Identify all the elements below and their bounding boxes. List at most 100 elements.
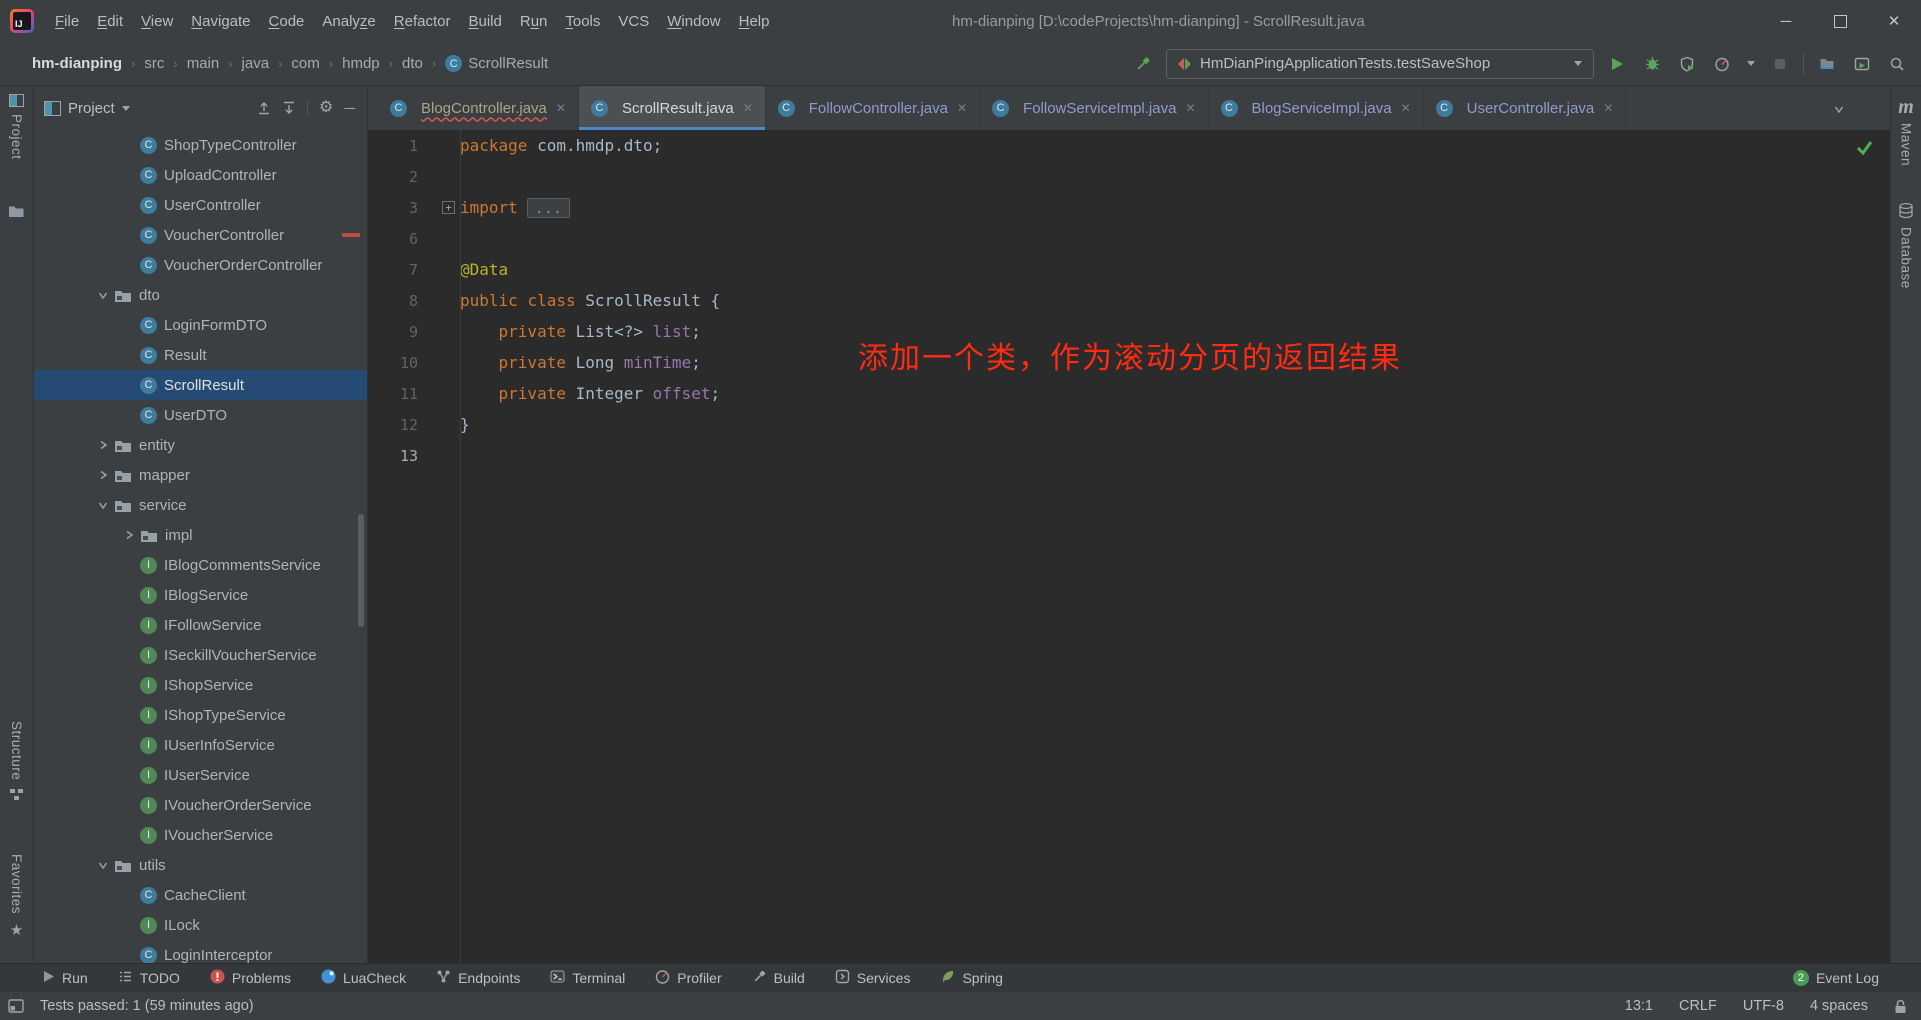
hidden-tabs-chevron-icon[interactable] xyxy=(1834,101,1844,118)
tool-stripe-project[interactable]: Project xyxy=(0,94,33,160)
build-hammer-icon[interactable] xyxy=(1131,52,1155,76)
tree-item-mapper[interactable]: mapper xyxy=(34,460,367,490)
search-everywhere-icon[interactable] xyxy=(1885,52,1909,76)
toolwindow-button-terminal[interactable]: Terminal xyxy=(550,969,625,987)
tree-chevron-right[interactable] xyxy=(92,470,114,480)
status-message[interactable]: Tests passed: 1 (59 minutes ago) xyxy=(40,998,254,1014)
editor-tab[interactable]: CBlogController.java✕ xyxy=(378,86,579,130)
menu-item-edit[interactable]: Edit xyxy=(88,9,132,34)
tool-stripe-favorites[interactable]: Favorites ★ xyxy=(0,854,33,939)
debug-button[interactable] xyxy=(1640,52,1664,76)
toolwindow-button-spring[interactable]: Spring xyxy=(940,969,1002,987)
tab-close-icon[interactable]: ✕ xyxy=(1401,101,1411,115)
project-view-chevron-icon[interactable] xyxy=(122,106,130,111)
tool-window-toggle-icon[interactable] xyxy=(8,999,24,1013)
tree-item-logininterceptor[interactable]: CLoginInterceptor xyxy=(34,940,367,963)
profiler-button[interactable] xyxy=(1710,52,1734,76)
inspection-ok-check-icon[interactable] xyxy=(1855,139,1874,160)
folded-imports-placeholder[interactable]: ... xyxy=(527,198,570,218)
menu-item-vcs[interactable]: VCS xyxy=(609,9,658,34)
breadcrumb-item[interactable]: com xyxy=(291,55,319,72)
menu-item-run[interactable]: Run xyxy=(511,9,557,34)
editor-tab[interactable]: CFollowController.java✕ xyxy=(766,86,980,130)
tree-item-impl[interactable]: impl xyxy=(34,520,367,550)
tree-item-iuserinfoservice[interactable]: IIUserInfoService xyxy=(34,730,367,760)
close-button[interactable]: ✕ xyxy=(1867,0,1921,42)
tab-close-icon[interactable]: ✕ xyxy=(1185,101,1195,115)
tree-chevron-right[interactable] xyxy=(118,530,140,540)
lock-icon[interactable] xyxy=(1894,999,1907,1014)
menu-item-help[interactable]: Help xyxy=(730,9,779,34)
tree-item-vouchercontroller[interactable]: CVoucherController xyxy=(34,220,367,250)
run-with-coverage-button[interactable] xyxy=(1675,52,1699,76)
tree-item-ivoucherservice[interactable]: IIVoucherService xyxy=(34,820,367,850)
tree-chevron-down[interactable] xyxy=(92,501,114,510)
gear-icon[interactable]: ⚙ xyxy=(319,100,333,116)
tree-item-uploadcontroller[interactable]: CUploadController xyxy=(34,160,367,190)
toolwindow-button-luacheck[interactable]: LuaCheck xyxy=(321,969,406,987)
tree-item-iseckillvoucherservice[interactable]: IISeckillVoucherService xyxy=(34,640,367,670)
tree-chevron-down[interactable] xyxy=(92,291,114,300)
breadcrumb-item[interactable]: main xyxy=(187,55,220,72)
tree-item-iuserservice[interactable]: IIUserService xyxy=(34,760,367,790)
line-separator-widget[interactable]: CRLF xyxy=(1679,998,1717,1014)
toolwindow-button-problems[interactable]: Problems xyxy=(210,969,291,987)
tree-item-voucherordercontroller[interactable]: CVoucherOrderController xyxy=(34,250,367,280)
menu-item-code[interactable]: Code xyxy=(260,9,314,34)
breadcrumb-item[interactable]: hm-dianping xyxy=(32,55,122,72)
tool-stripe-database[interactable]: Database xyxy=(1891,202,1921,289)
project-panel-title[interactable]: Project xyxy=(68,100,115,117)
tree-item-ishopservice[interactable]: IIShopService xyxy=(34,670,367,700)
tree-item-iblogcommentsservice[interactable]: IIBlogCommentsService xyxy=(34,550,367,580)
maximize-button[interactable] xyxy=(1813,0,1867,42)
tool-stripe-folder-button[interactable] xyxy=(0,204,33,218)
minimize-button[interactable]: ─ xyxy=(1759,0,1813,42)
expand-all-icon[interactable] xyxy=(257,101,271,115)
tab-close-icon[interactable]: ✕ xyxy=(556,101,566,115)
collapse-all-icon[interactable] xyxy=(282,101,296,115)
tree-item-scrollresult[interactable]: CScrollResult xyxy=(34,370,367,400)
tree-item-userdto[interactable]: CUserDTO xyxy=(34,400,367,430)
editor-tab[interactable]: CFollowServiceImpl.java✕ xyxy=(980,86,1208,130)
menu-item-analyze[interactable]: Analyze xyxy=(313,9,384,34)
tool-stripe-structure[interactable]: Structure xyxy=(0,721,33,802)
tree-item-shoptypecontroller[interactable]: CShopTypeController xyxy=(34,130,367,160)
breadcrumb-item[interactable]: java xyxy=(242,55,270,72)
menu-item-window[interactable]: Window xyxy=(658,9,729,34)
editor-tab[interactable]: CBlogServiceImpl.java✕ xyxy=(1209,86,1424,130)
toolwindow-button-todo[interactable]: TODO xyxy=(118,969,180,987)
menu-item-view[interactable]: View xyxy=(132,9,182,34)
tab-close-icon[interactable]: ✕ xyxy=(957,101,967,115)
menu-item-file[interactable]: File xyxy=(46,9,88,34)
toolwindow-button-endpoints[interactable]: Endpoints xyxy=(436,969,520,987)
tree-item-cacheclient[interactable]: CCacheClient xyxy=(34,880,367,910)
run-options-chevron-icon[interactable] xyxy=(1745,52,1757,76)
toolwindow-button-build[interactable]: Build xyxy=(752,969,805,987)
tree-item-ifollowservice[interactable]: IIFollowService xyxy=(34,610,367,640)
tree-item-loginformdto[interactable]: CLoginFormDTO xyxy=(34,310,367,340)
breadcrumb-leaf[interactable]: CScrollResult xyxy=(445,55,548,72)
tree-item-utils[interactable]: utils xyxy=(34,850,367,880)
run-dashboard-icon[interactable] xyxy=(1850,52,1874,76)
editor-tab[interactable]: CScrollResult.java✕ xyxy=(579,86,766,130)
tab-close-icon[interactable]: ✕ xyxy=(1603,101,1613,115)
menu-item-refactor[interactable]: Refactor xyxy=(385,9,460,34)
run-configuration-select[interactable]: HmDianPingApplicationTests.testSaveShop xyxy=(1166,49,1594,79)
toolwindow-button-profiler[interactable]: Profiler xyxy=(655,969,721,987)
tree-item-ivoucherorderservice[interactable]: IIVoucherOrderService xyxy=(34,790,367,820)
tree-item-usercontroller[interactable]: CUserController xyxy=(34,190,367,220)
tree-item-service[interactable]: service xyxy=(34,490,367,520)
stop-button[interactable] xyxy=(1768,52,1792,76)
tree-item-entity[interactable]: entity xyxy=(34,430,367,460)
toolwindow-button-services[interactable]: Services xyxy=(835,969,911,987)
tree-chevron-down[interactable] xyxy=(92,861,114,870)
tree-chevron-right[interactable] xyxy=(92,440,114,450)
run-button[interactable] xyxy=(1605,52,1629,76)
fold-imports-button[interactable]: + xyxy=(442,201,455,214)
caret-position-widget[interactable]: 13:1 xyxy=(1625,998,1653,1014)
toolwindow-button-run[interactable]: Run xyxy=(42,970,88,986)
tree-item-ilock[interactable]: IILock xyxy=(34,910,367,940)
tree-item-ishoptypeservice[interactable]: IIShopTypeService xyxy=(34,700,367,730)
event-log-button[interactable]: 2Event Log xyxy=(1793,970,1879,986)
menu-item-build[interactable]: Build xyxy=(459,9,510,34)
